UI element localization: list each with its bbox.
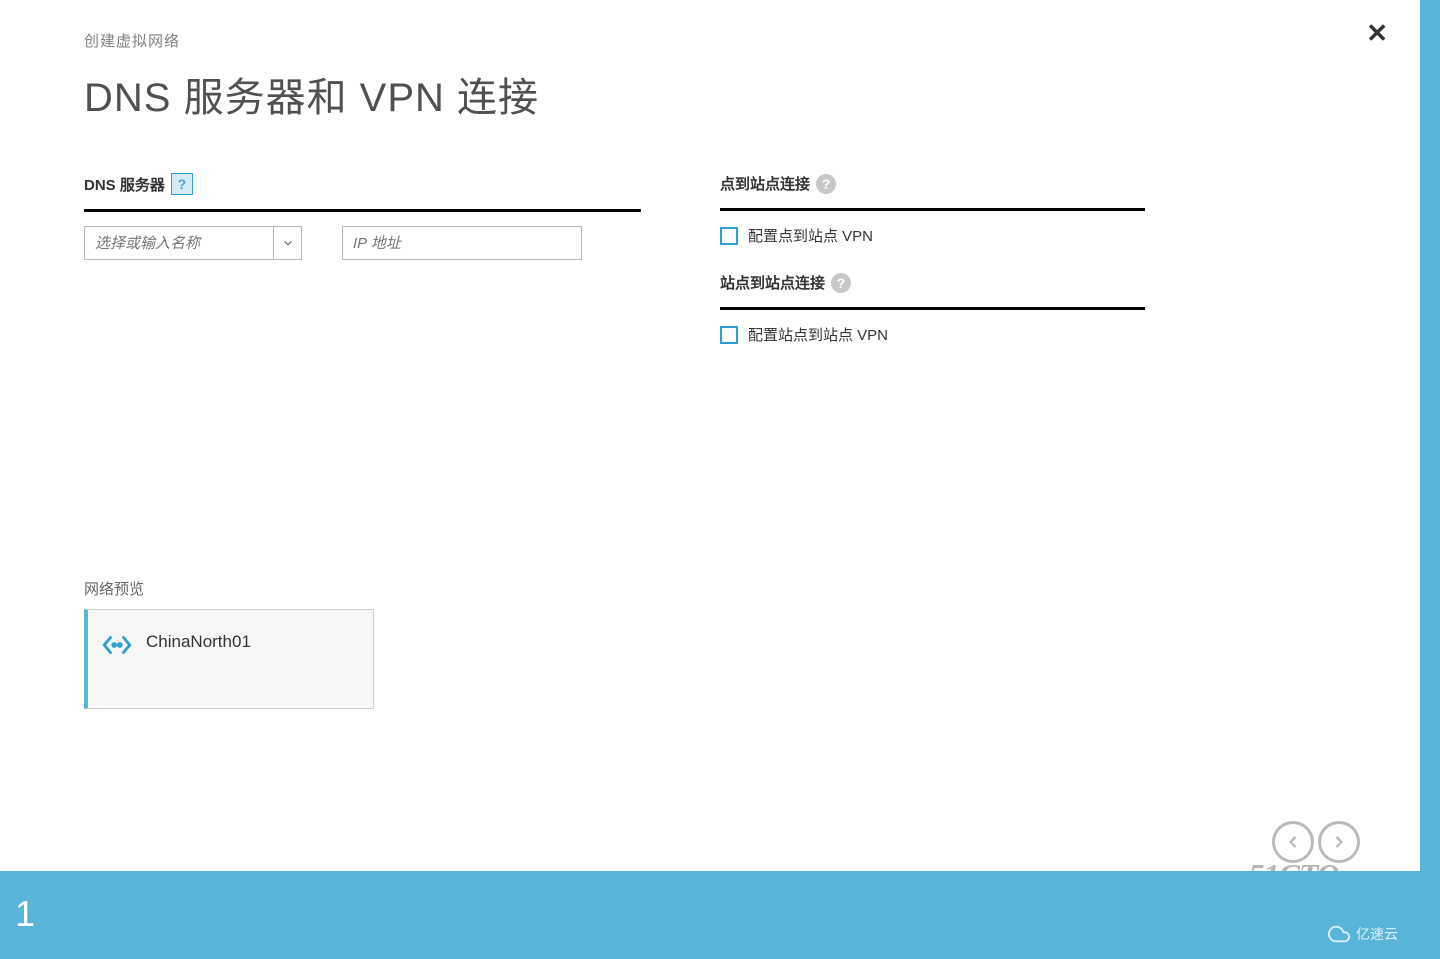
vpn-connectivity-section: 点到站点连接 ? 配置点到站点 VPN 站点到站点连接 ? 配置站点到站点 VP… bbox=[720, 173, 1150, 371]
network-name: ChinaNorth01 bbox=[146, 628, 251, 652]
s2s-vpn-checkbox[interactable] bbox=[720, 326, 738, 344]
wizard-nav bbox=[1272, 821, 1360, 863]
network-preview-section: 网络预览 ChinaNorth01 bbox=[84, 578, 374, 709]
dns-name-input[interactable] bbox=[85, 227, 273, 259]
dns-ip-input[interactable] bbox=[343, 227, 581, 259]
section-divider bbox=[84, 209, 641, 212]
page-title: DNS 服务器和 VPN 连接 bbox=[84, 65, 1380, 123]
s2s-vpn-label: 配置站点到站点 VPN bbox=[748, 324, 888, 345]
prev-button[interactable] bbox=[1272, 821, 1314, 863]
step-number: 1 bbox=[15, 893, 35, 935]
p2s-section-title: 点到站点连接 bbox=[720, 173, 810, 194]
dns-ip-field[interactable] bbox=[342, 226, 582, 260]
preview-label: 网络预览 bbox=[84, 578, 374, 599]
help-icon[interactable]: ? bbox=[171, 173, 193, 195]
wizard-content: 创建虚拟网络 DNS 服务器和 VPN 连接 DNS 服务器 ? bbox=[84, 30, 1380, 371]
section-divider bbox=[720, 208, 1145, 211]
p2s-vpn-label: 配置点到站点 VPN bbox=[748, 225, 873, 246]
breadcrumb: 创建虚拟网络 bbox=[84, 30, 1380, 51]
chevron-down-icon[interactable] bbox=[273, 227, 301, 259]
s2s-section-title: 站点到站点连接 bbox=[720, 272, 825, 293]
p2s-vpn-checkbox[interactable] bbox=[720, 227, 738, 245]
footer-bar: 1 bbox=[0, 871, 1440, 959]
network-preview-card[interactable]: ChinaNorth01 bbox=[84, 609, 374, 709]
dns-name-combobox[interactable] bbox=[84, 226, 302, 260]
frame-accent-right bbox=[1420, 0, 1440, 871]
section-divider bbox=[720, 307, 1145, 310]
dns-servers-section: DNS 服务器 ? bbox=[84, 173, 720, 371]
network-icon bbox=[100, 628, 134, 667]
help-icon[interactable]: ? bbox=[816, 174, 836, 194]
dns-section-title: DNS 服务器 bbox=[84, 174, 165, 195]
help-icon[interactable]: ? bbox=[831, 273, 851, 293]
next-button[interactable] bbox=[1318, 821, 1360, 863]
